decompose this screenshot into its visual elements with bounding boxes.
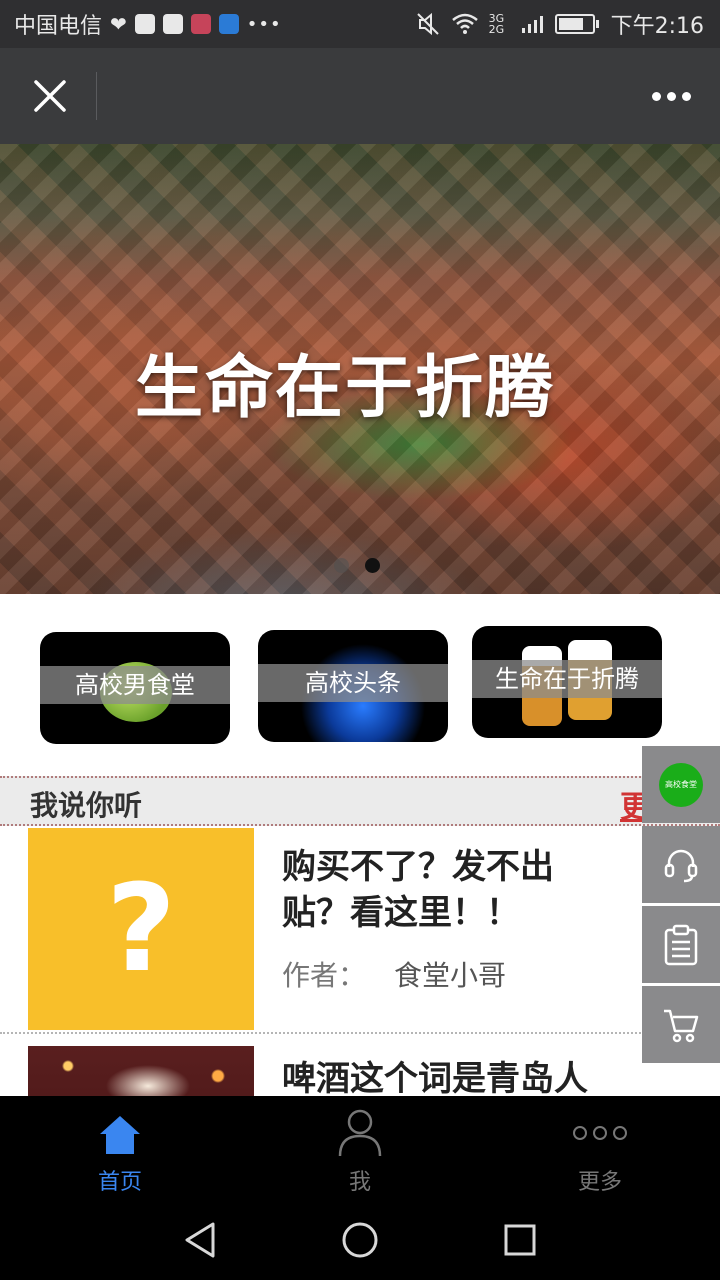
cart-button[interactable] <box>642 986 720 1063</box>
app-icon <box>190 14 211 34</box>
home-nav-button[interactable] <box>336 1216 384 1264</box>
section-title: 我说你听 <box>30 789 143 822</box>
carousel-indicator <box>334 558 380 573</box>
recents-square-icon <box>504 1224 536 1256</box>
carousel-dot-active[interactable] <box>365 558 380 573</box>
status-bar: 中国电信 ❤ ••• 3G 2G 下午2:16 <box>0 0 720 48</box>
question-mark-icon: ? <box>106 859 176 999</box>
article-author: 食堂小哥 <box>394 959 507 992</box>
clipboard-icon <box>664 924 698 965</box>
dot-icon <box>681 91 691 101</box>
back-button[interactable] <box>176 1216 224 1264</box>
category-label: 高校男食堂 <box>40 666 230 704</box>
banner-headline: 生命在于折腾 <box>134 349 555 428</box>
bottom-tab-bar: 首页 我 更多 <box>0 1096 720 1200</box>
more-notifications-icon: ••• <box>246 13 282 35</box>
wifi-icon <box>451 13 478 34</box>
headset-icon <box>664 849 698 882</box>
category-label: 高校头条 <box>258 664 448 702</box>
author-prefix: 作者： <box>282 959 367 992</box>
banner-carousel[interactable]: 生命在于折腾 <box>0 144 720 594</box>
system-nav-bar <box>0 1200 720 1280</box>
title-divider <box>96 72 97 120</box>
wechat-badge-text: 高校食堂 <box>665 780 697 789</box>
app-icon <box>162 14 183 34</box>
user-icon <box>338 1109 382 1157</box>
more-menu-button[interactable] <box>646 78 696 114</box>
wechat-icon: 高校食堂 <box>659 762 703 807</box>
clock: 下午2:16 <box>610 14 704 39</box>
title-bar <box>0 48 720 144</box>
orders-button[interactable] <box>642 906 720 983</box>
tab-label: 首页 <box>97 1170 142 1195</box>
category-label: 生命在于折腾 <box>472 660 662 698</box>
cart-icon <box>664 1009 699 1042</box>
dot-icon <box>666 91 676 101</box>
tab-home[interactable]: 首页 <box>0 1096 240 1200</box>
carrier-label: 中国电信 <box>14 14 103 39</box>
mute-icon <box>416 12 439 36</box>
carousel-dot[interactable] <box>334 558 349 573</box>
tab-label: 我 <box>348 1170 371 1195</box>
article-title: 购买不了？发不出贴？看这里！！ <box>282 847 554 933</box>
more-dots-icon <box>573 1126 627 1140</box>
section-header: 我说你听 更多 <box>0 776 720 826</box>
category-card-headlines[interactable]: 高校头条 <box>258 630 448 742</box>
tab-more[interactable]: 更多 <box>480 1096 720 1200</box>
close-button[interactable] <box>24 70 76 122</box>
network-type: 3G 2G <box>488 12 505 36</box>
article-thumbnail: ? <box>28 828 254 1030</box>
recents-button[interactable] <box>496 1216 544 1264</box>
dot-icon <box>651 91 661 101</box>
reader-app-icon <box>218 14 239 34</box>
home-icon <box>100 1116 140 1154</box>
category-card-canteen[interactable]: 高校男食堂 <box>40 632 230 744</box>
health-icon: ❤ <box>110 12 127 36</box>
article-item[interactable]: ? 购买不了？发不出贴？看这里！！ 作者： 食堂小哥 <box>0 826 720 1034</box>
tab-label: 更多 <box>577 1170 622 1195</box>
home-circle-icon <box>342 1222 378 1258</box>
weibo-app-icon <box>134 14 155 34</box>
category-card-life[interactable]: 生命在于折腾 <box>472 626 662 738</box>
tab-me[interactable]: 我 <box>240 1096 480 1200</box>
close-icon <box>34 80 66 112</box>
customer-service-button[interactable] <box>642 826 720 903</box>
article-meta: 作者： 食堂小哥 <box>282 954 506 994</box>
signal-icon <box>521 16 543 33</box>
battery-icon <box>554 14 599 34</box>
article-item[interactable]: 啤酒这个词是青岛人 <box>0 1044 720 1104</box>
floating-toolbar: 高校食堂 <box>642 746 720 1066</box>
wechat-service-button[interactable]: 高校食堂 <box>642 746 720 823</box>
back-triangle-icon <box>185 1222 215 1258</box>
